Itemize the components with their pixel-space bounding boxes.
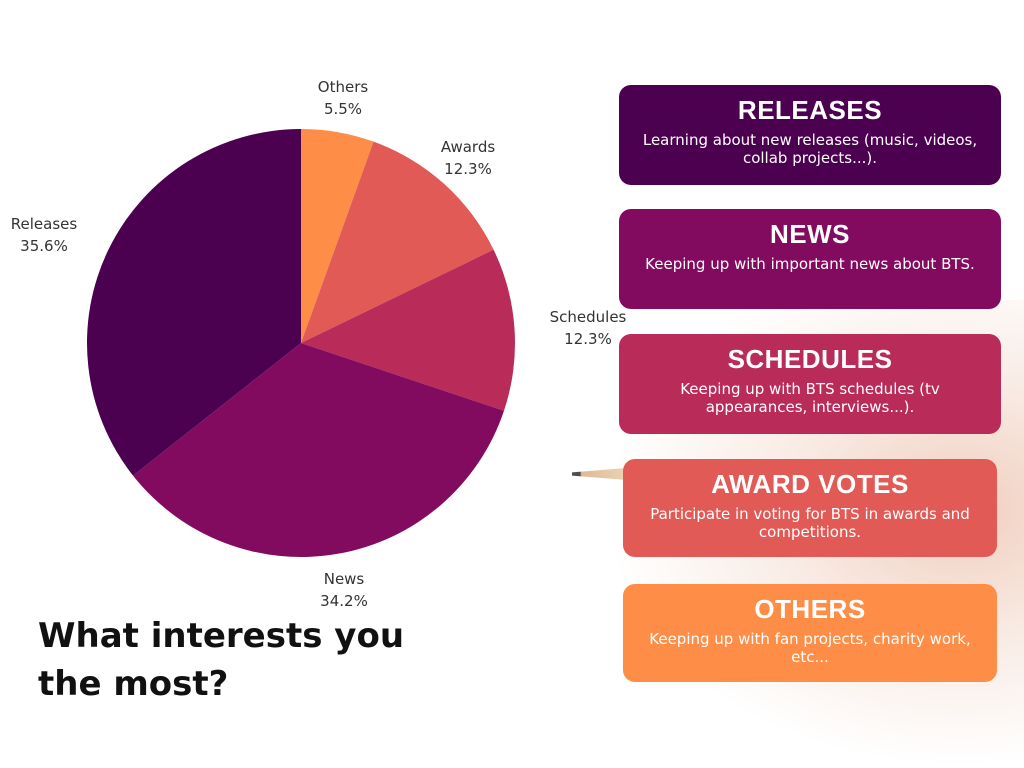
slice-label-news: News 34.2% (312, 568, 376, 612)
card-releases-heading: RELEASES (737, 95, 883, 125)
slice-label-news-name: News (323, 570, 365, 588)
slice-label-others: Others 5.5% (313, 76, 373, 120)
card-news-description: Keeping up with important news about BTS… (645, 255, 975, 273)
slice-label-schedules-percent: 12.3% (564, 330, 612, 348)
card-others: OTHERS Keeping up with fan projects, cha… (623, 584, 997, 682)
card-schedules: SCHEDULES Keeping up with BTS schedules … (619, 334, 1001, 434)
card-others-heading: OTHERS (754, 594, 866, 624)
card-award-votes-heading: AWARD VOTES (711, 469, 909, 499)
slice-label-releases: Releases 35.6% (6, 213, 82, 257)
card-releases: RELEASES Learning about new releases (mu… (619, 85, 1001, 185)
card-schedules-description: Keeping up with BTS schedules (tv appear… (680, 380, 940, 416)
slice-label-releases-name: Releases (10, 215, 78, 233)
card-award-votes-description: Participate in voting for BTS in awards … (650, 505, 970, 541)
slice-label-awards: Awards 12.3% (436, 136, 500, 180)
slice-label-news-percent: 34.2% (320, 592, 368, 610)
card-news: NEWS Keeping up with important news abou… (619, 209, 1001, 309)
page-title: What interests you the most? (38, 616, 405, 704)
slice-label-releases-percent: 35.6% (20, 237, 68, 255)
slice-label-others-name: Others (317, 78, 369, 96)
slice-label-schedules-name: Schedules (549, 308, 627, 326)
card-others-description: Keeping up with fan projects, charity wo… (649, 630, 971, 666)
card-schedules-heading: SCHEDULES (727, 344, 893, 374)
slice-label-schedules: Schedules 12.3% (546, 306, 630, 350)
slice-label-awards-percent: 12.3% (444, 160, 492, 178)
card-news-heading: NEWS (770, 219, 850, 249)
card-releases-description: Learning about new releases (music, vide… (642, 131, 978, 167)
slice-label-others-percent: 5.5% (323, 100, 363, 118)
card-award-votes: AWARD VOTES Participate in voting for BT… (623, 459, 997, 557)
slice-label-awards-name: Awards (440, 138, 496, 156)
